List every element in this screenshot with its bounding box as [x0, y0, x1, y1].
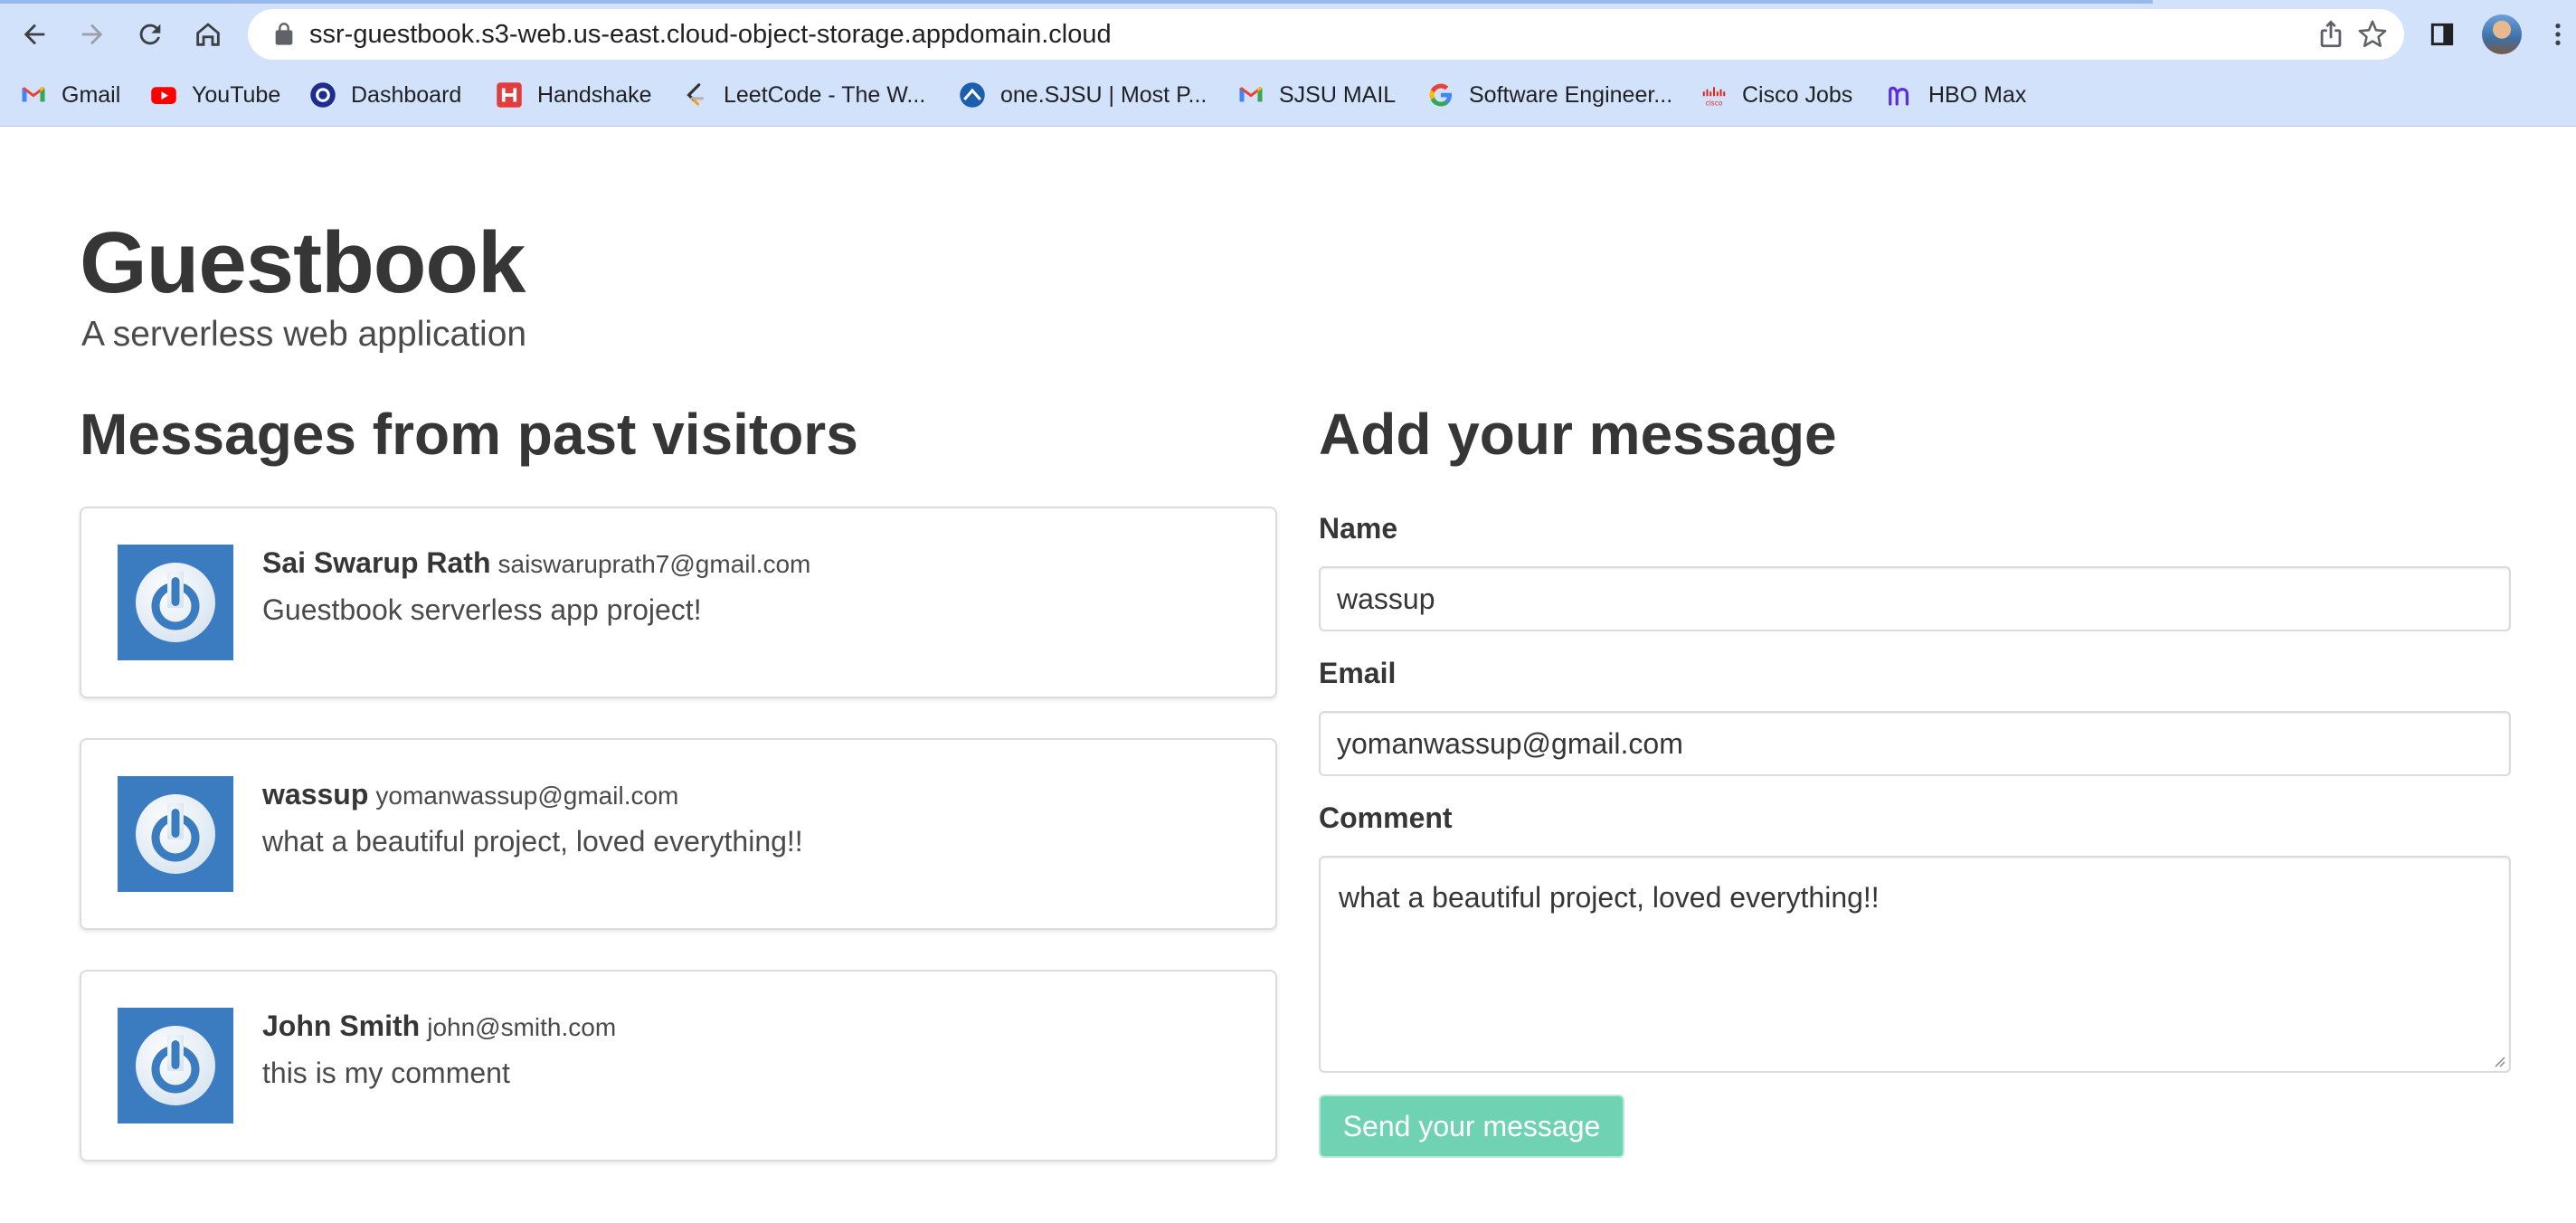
send-message-button[interactable]: Send your message [1319, 1095, 1624, 1158]
bookmark-label: Software Engineer... [1469, 81, 1673, 108]
browser-toolbar: ssr-guestbook.s3-web.us-east.cloud-objec… [0, 0, 2576, 127]
message-comment: this is my comment [262, 1057, 510, 1089]
chrome-menu-button[interactable] [2536, 13, 2576, 56]
comment-field[interactable]: what a beautiful project, loved everythi… [1319, 856, 2511, 1073]
bookmark-one-sjsu[interactable]: one.SJSU | Most P... [959, 74, 1207, 116]
google-icon [1427, 81, 1454, 109]
bookmark-leetcode[interactable]: LeetCode - The W... [682, 74, 925, 116]
author-email: yomanwassup@gmail.com [375, 782, 679, 810]
bookmark-software-engineer[interactable]: Software Engineer... [1427, 74, 1672, 116]
home-button[interactable] [186, 13, 230, 56]
message-card: Sai Swarup Rath saiswaruprath7@gmail.com … [80, 507, 1277, 698]
bookmark-label: Handshake [537, 81, 652, 108]
bookmark-label: one.SJSU | Most P... [1000, 81, 1208, 108]
avatar [118, 776, 233, 892]
gmail-icon [20, 81, 47, 109]
reload-icon [139, 24, 161, 45]
message-author: wassup yomanwassup@gmail.com [262, 778, 678, 811]
bookmark-label: Dashboard [351, 81, 462, 108]
sjsu-icon [959, 81, 986, 109]
page-title: Guestbook [80, 214, 526, 311]
side-panel-icon [2430, 23, 2454, 46]
bookmark-hbo-max[interactable]: HBO Max [1887, 74, 2026, 116]
bookmark-label: HBO Max [1928, 81, 2027, 108]
message-author: John Smith john@smith.com [262, 1010, 616, 1043]
star-icon[interactable] [2357, 19, 2388, 50]
bookmarks-bar: Gmail YouTube Dashboard Handshake LeetCo… [0, 74, 2576, 116]
address-bar[interactable]: ssr-guestbook.s3-web.us-east.cloud-objec… [248, 9, 2404, 60]
hbomax-icon [1887, 81, 1914, 109]
bookmark-youtube[interactable]: YouTube [150, 74, 280, 116]
name-field[interactable]: wassup [1319, 566, 2511, 631]
back-button[interactable] [13, 13, 56, 56]
reload-button[interactable] [128, 13, 172, 56]
avatar [118, 545, 233, 660]
author-email: saiswaruprath7@gmail.com [497, 550, 811, 578]
bookmark-dashboard[interactable]: Dashboard [309, 74, 461, 116]
power-icon [136, 563, 215, 642]
toolbar-divider [0, 126, 2576, 127]
url-text[interactable]: ssr-guestbook.s3-web.us-east.cloud-objec… [309, 9, 1112, 60]
bookmark-label: Gmail [62, 81, 121, 108]
bookmark-label: YouTube [192, 81, 281, 108]
message-comment: what a beautiful project, loved everythi… [262, 825, 803, 858]
page-load-progress [0, 0, 2153, 4]
bookmark-label: Cisco Jobs [1742, 81, 1853, 108]
message-author: Sai Swarup Rath saiswaruprath7@gmail.com [262, 546, 810, 580]
home-icon [196, 23, 220, 46]
bookmark-cisco-jobs[interactable]: cisco Cisco Jobs [1700, 74, 1852, 116]
cisco-icon: cisco [1700, 81, 1728, 109]
bookmark-gmail[interactable]: Gmail [20, 74, 120, 116]
page-subtitle: A serverless web application [81, 315, 527, 354]
forward-button[interactable] [71, 13, 114, 56]
author-email: john@smith.com [427, 1013, 617, 1041]
author-name: wassup [262, 778, 369, 811]
message-comment: Guestbook serverless app project! [262, 593, 702, 626]
author-name: John Smith [262, 1010, 421, 1042]
more-vert-icon [2555, 24, 2561, 45]
email-label: Email [1319, 657, 1397, 689]
email-field[interactable]: yomanwassup@gmail.com [1319, 711, 2511, 776]
message-card: John Smith john@smith.com this is my comm… [80, 970, 1277, 1161]
leetcode-icon [682, 81, 709, 109]
name-label: Name [1319, 512, 1398, 545]
messages-heading: Messages from past visitors [80, 402, 858, 467]
svg-text:cisco: cisco [1706, 99, 1723, 107]
bookmark-label: SJSU MAIL [1279, 81, 1397, 108]
profile-avatar[interactable] [2482, 14, 2522, 54]
message-card: wassup yomanwassup@gmail.com what a beaut… [80, 738, 1277, 930]
side-panel-button[interactable] [2420, 13, 2464, 56]
power-icon [136, 794, 215, 874]
comment-field-text: what a beautiful project, loved everythi… [1339, 881, 1880, 914]
form-heading: Add your message [1319, 402, 1837, 467]
gmail-icon [1237, 81, 1264, 109]
author-name: Sai Swarup Rath [262, 546, 491, 579]
power-icon [136, 1026, 215, 1105]
bookmark-label: LeetCode - The W... [724, 81, 926, 108]
bookmark-handshake[interactable]: Handshake [496, 74, 651, 116]
comment-label: Comment [1319, 801, 1453, 834]
bookmark-sjsu-mail[interactable]: SJSU MAIL [1237, 74, 1396, 116]
share-icon[interactable] [2316, 19, 2346, 50]
lock-icon[interactable] [271, 22, 297, 47]
resize-handle-icon[interactable] [2491, 1053, 2505, 1067]
youtube-icon [150, 81, 177, 109]
dashboard-icon [309, 81, 336, 109]
avatar [118, 1008, 233, 1123]
arrow-left-icon [24, 24, 45, 45]
handshake-icon [496, 81, 523, 109]
arrow-right-icon [81, 24, 103, 45]
